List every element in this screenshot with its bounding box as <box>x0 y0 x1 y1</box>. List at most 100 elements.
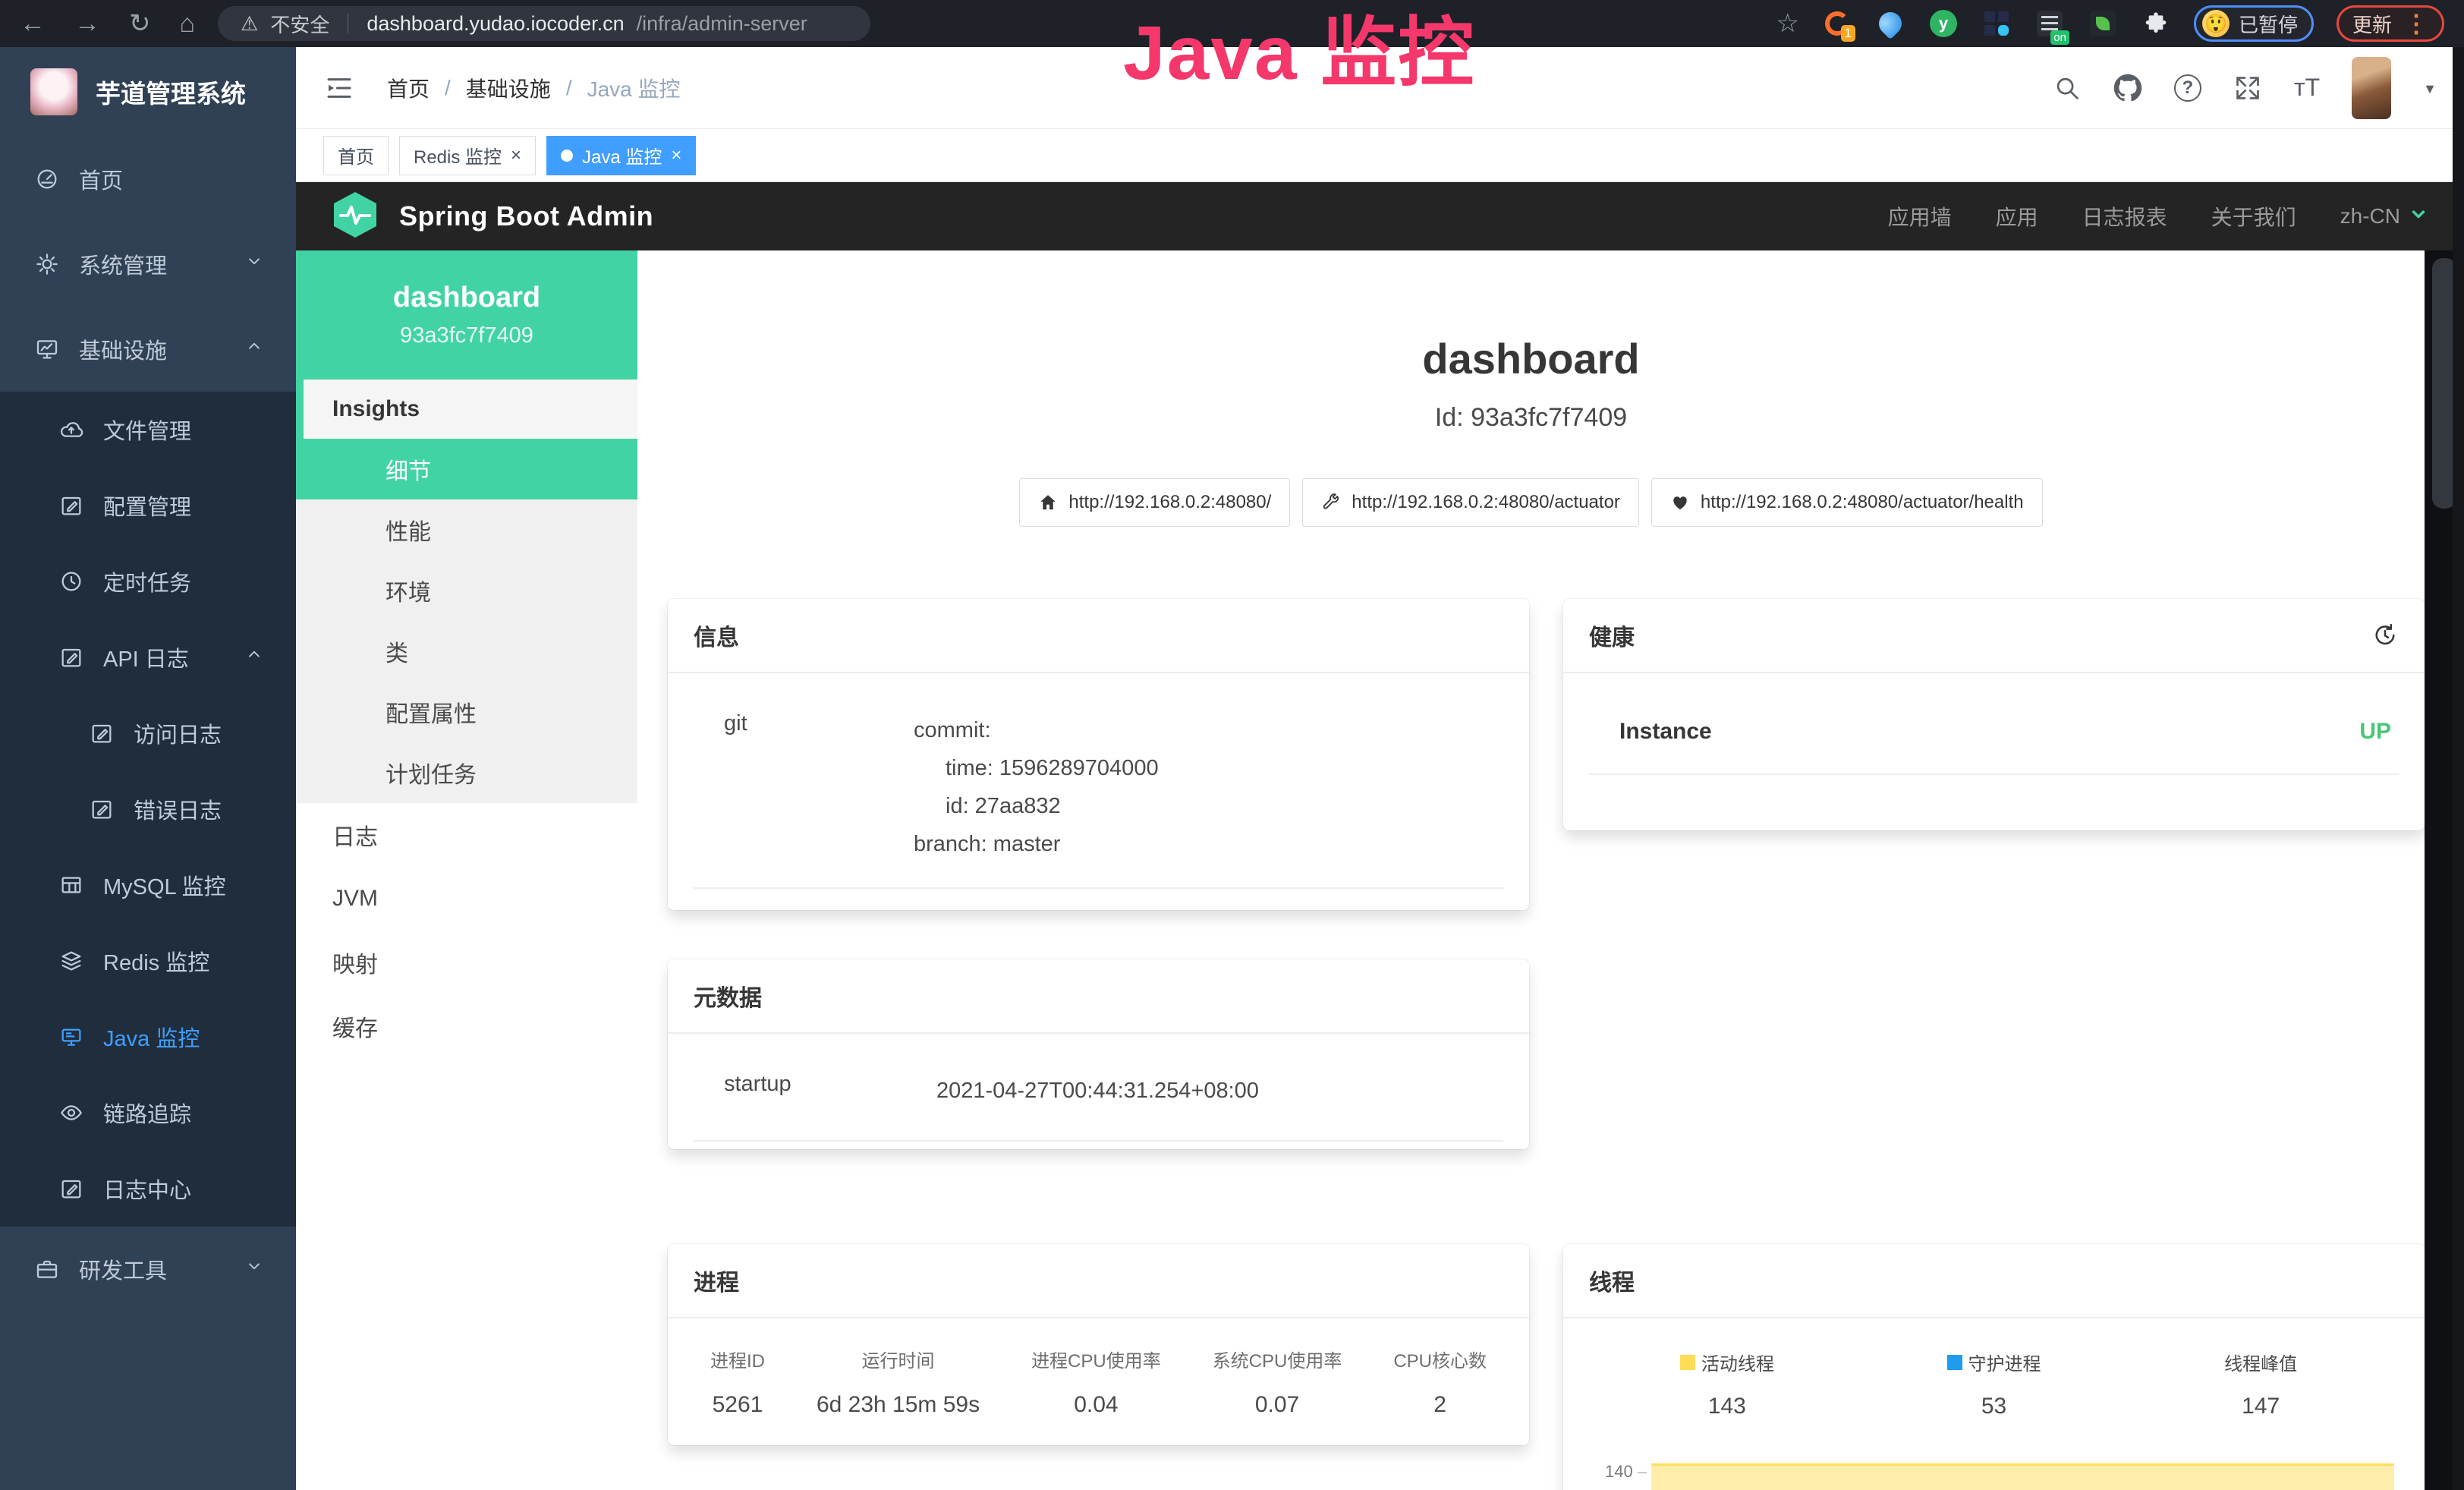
sba-content: dashboard Id: 93a3fc7f7409 http://192.16… <box>637 250 2464 1490</box>
sidebar-menu-item[interactable]: 系统管理 <box>0 222 296 307</box>
sba-nav-link[interactable]: 应用墙 <box>1888 201 1952 232</box>
help-icon[interactable] <box>2174 74 2201 102</box>
sba-menu-item[interactable]: 细节 <box>296 439 637 499</box>
reload-icon[interactable]: ↻ <box>129 11 151 36</box>
extensions-puzzle-icon[interactable] <box>2141 8 2171 39</box>
sba-menu-item-label: JVM <box>332 886 378 912</box>
sidebar-toggle-icon[interactable] <box>323 72 355 104</box>
page-tab[interactable]: Redis 监控 <box>399 136 536 175</box>
tab-close-icon[interactable] <box>511 145 521 166</box>
browser-menu-kebab-icon[interactable] <box>2404 9 2428 38</box>
sba-menu-item[interactable]: 缓存 <box>296 994 637 1058</box>
extension-icon-circle[interactable]: 1 <box>1822 8 1852 39</box>
menu-item-label: 研发工具 <box>79 1253 167 1285</box>
forward-icon[interactable]: → <box>74 11 100 36</box>
tab-label: Redis 监控 <box>414 142 502 169</box>
extension-icon-y[interactable]: y <box>1928 8 1959 39</box>
app-logo-row[interactable]: 芋道管理系统 <box>0 47 296 137</box>
sba-brand[interactable]: Spring Boot Admin <box>399 200 653 232</box>
sidebar-menu-item[interactable]: 首页 <box>0 137 296 222</box>
endpoint-button[interactable]: http://192.168.0.2:48080/actuator <box>1302 478 1639 527</box>
locale-selector[interactable]: zh-CN <box>2340 203 2429 230</box>
sidebar-menu-item[interactable]: 定时任务 <box>0 543 296 619</box>
sidebar-menu-item[interactable]: MySQL 监控 <box>0 847 296 923</box>
app-title: 芋道管理系统 <box>96 74 246 110</box>
sba-group-insights[interactable]: Insights <box>296 380 637 439</box>
app-menu: 首页 系统管理 基础设施 <box>0 137 296 1312</box>
sidebar-menu-item[interactable]: 研发工具 <box>0 1227 296 1312</box>
sba-instance-header[interactable]: dashboard 93a3fc7f7409 <box>296 250 637 380</box>
sidebar-menu-item[interactable]: 文件管理 <box>0 392 296 468</box>
breadcrumb-item[interactable]: 首页 <box>387 73 466 103</box>
process-value: 6d 23h 15m 59s <box>817 1392 980 1418</box>
sba-nav-link[interactable]: 日志报表 <box>2082 201 2167 232</box>
info-git-row: git commit:time: 1596289704000id: 27aa83… <box>694 711 1503 889</box>
legend-swatch <box>1947 1355 1962 1370</box>
active-threads-area <box>1651 1463 2394 1490</box>
sidebar-menu-item[interactable]: 访问日志 <box>0 695 296 771</box>
sba-menu-item[interactable]: 性能 <box>296 499 637 560</box>
sidebar-menu-item[interactable]: 配置管理 <box>0 468 296 543</box>
address-bar[interactable]: ⚠ 不安全 dashboard.yudao.iocoder.cn/infra/a… <box>218 6 870 41</box>
sba-menu-item[interactable]: 映射 <box>296 931 637 994</box>
fullscreen-icon[interactable] <box>2233 74 2262 102</box>
sba-menu-item-label: 配置属性 <box>385 695 477 729</box>
extension-icon-pin[interactable] <box>1875 8 1905 39</box>
legend-swatch <box>1680 1355 1695 1370</box>
extension-icon-grid[interactable] <box>1981 8 2012 39</box>
sba-menu-item[interactable]: 日志 <box>296 803 637 867</box>
page-tab[interactable]: 首页 <box>323 136 389 175</box>
sba-nav-link[interactable]: 关于我们 <box>2211 201 2296 232</box>
page-tab[interactable]: Java 监控 <box>546 136 696 175</box>
sba-menu-item[interactable]: JVM <box>296 867 637 931</box>
endpoint-button[interactable]: http://192.168.0.2:48080/ <box>1019 478 1290 527</box>
sidebar-menu-item[interactable]: 日志中心 <box>0 1151 296 1227</box>
health-history-icon[interactable] <box>2371 622 2399 649</box>
app-logo <box>30 68 77 115</box>
app-sidebar: 芋道管理系统 首页 系统管理 <box>0 47 296 1490</box>
github-icon[interactable] <box>2113 74 2142 102</box>
menu-item-icon <box>59 873 83 897</box>
sba-nav-links: 应用墙 应用 日志报表 关于我们 zh-CN <box>1888 201 2429 232</box>
sba-menu-item[interactable]: 环境 <box>296 560 637 621</box>
not-secure-label: 不安全 <box>270 10 329 38</box>
avatar-caret-icon[interactable] <box>2423 78 2437 98</box>
metadata-key: startup <box>724 1072 936 1110</box>
sba-menu-item[interactable]: 类 <box>296 621 637 682</box>
paused-chip[interactable]: 已暂停 <box>2194 5 2314 42</box>
sba-menu-item[interactable]: 配置属性 <box>296 682 637 742</box>
endpoint-button[interactable]: http://192.168.0.2:48080/actuator/health <box>1651 478 2043 527</box>
thread-stat: 活动线程 143 <box>1594 1349 1861 1419</box>
update-button[interactable]: 更新 <box>2337 5 2444 42</box>
sba-nav-link[interactable]: 应用 <box>1996 201 2038 232</box>
sidebar-menu-item[interactable]: Java 监控 <box>0 999 296 1075</box>
home-icon[interactable]: ⌂ <box>180 11 196 36</box>
sidebar-menu-item[interactable]: API 日志 <box>0 619 296 695</box>
sidebar-menu-item[interactable]: 错误日志 <box>0 771 296 847</box>
breadcrumb-item[interactable]: 基础设施 <box>466 73 587 103</box>
user-avatar[interactable] <box>2352 57 2391 119</box>
endpoint-url: http://192.168.0.2:48080/actuator/health <box>1701 492 2024 513</box>
sba-menu-item[interactable]: 计划任务 <box>296 742 637 803</box>
extension-icon-leaf[interactable] <box>2088 8 2118 39</box>
text-size-icon[interactable] <box>2294 74 2320 102</box>
process-col-1: 运行时间 6d 23h 15m 59s <box>817 1346 980 1418</box>
tab-close-icon[interactable] <box>671 145 681 166</box>
sba-logo-icon[interactable] <box>331 191 379 243</box>
back-icon[interactable]: ← <box>20 11 46 36</box>
sidebar-menu-item[interactable]: 基础设施 <box>0 307 296 392</box>
spring-boot-admin: Spring Boot Admin 应用墙 应用 日志报表 关于我们 zh-CN <box>296 182 2464 1490</box>
process-header: 进程ID <box>710 1346 765 1372</box>
endpoint-icon <box>1321 493 1341 512</box>
breadcrumb-item[interactable]: Java 监控 <box>587 73 681 103</box>
process-value: 0.07 <box>1213 1392 1342 1418</box>
search-icon[interactable] <box>2053 74 2082 102</box>
sidebar-menu-item[interactable]: Redis 监控 <box>0 923 296 999</box>
menu-item-label: 系统管理 <box>79 248 167 280</box>
instance-id-line: Id: 93a3fc7f7409 <box>637 403 2425 433</box>
browser-scrollbar[interactable] <box>2453 47 2464 1490</box>
menu-item-label: 链路追踪 <box>103 1097 191 1129</box>
extension-icon-list[interactable]: on <box>2034 8 2065 39</box>
bookmark-star-icon[interactable] <box>1776 8 1798 39</box>
sidebar-menu-item[interactable]: 链路追踪 <box>0 1075 296 1151</box>
